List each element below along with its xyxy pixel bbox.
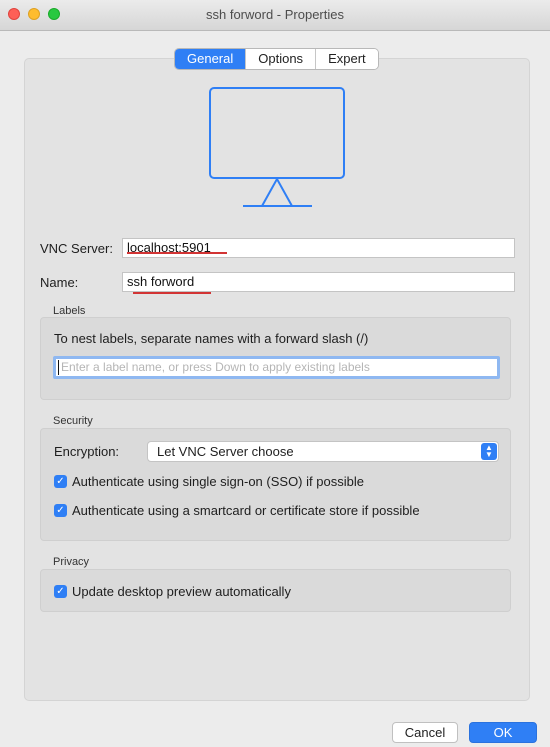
vnc-server-input[interactable]: localhost:5901 [122, 238, 515, 258]
cancel-button[interactable]: Cancel [392, 722, 458, 743]
spellcheck-underline [133, 292, 211, 294]
label-input[interactable]: Enter a label name, or press Down to app… [53, 356, 500, 379]
spellcheck-underline [127, 252, 227, 254]
properties-window: ssh forword - Properties General Options… [0, 0, 550, 747]
text-caret [58, 360, 59, 375]
title-bar[interactable]: ssh forword - Properties [0, 0, 550, 31]
monitor-icon [209, 87, 345, 207]
sso-checkbox-row[interactable]: ✓ Authenticate using single sign-on (SSO… [54, 474, 364, 489]
sso-checkbox-label: Authenticate using single sign-on (SSO) … [72, 474, 364, 489]
name-label: Name: [40, 275, 79, 290]
ok-button[interactable]: OK [469, 722, 537, 743]
preview-checkbox-row[interactable]: ✓ Update desktop preview automatically [54, 584, 291, 599]
privacy-section-title: Privacy [53, 556, 90, 568]
smartcard-checkbox-row[interactable]: ✓ Authenticate using a smartcard or cert… [54, 503, 420, 518]
tab-expert[interactable]: Expert [315, 49, 378, 69]
name-input[interactable]: ssh forword [122, 272, 515, 292]
encryption-selected-value: Let VNC Server choose [157, 444, 294, 459]
vnc-server-label: VNC Server: [40, 241, 113, 256]
sso-checkbox[interactable]: ✓ [54, 475, 67, 488]
preview-checkbox[interactable]: ✓ [54, 585, 67, 598]
encryption-label: Encryption: [54, 444, 120, 459]
encryption-select[interactable]: Let VNC Server choose ▲ ▼ [147, 441, 499, 462]
preview-checkbox-label: Update desktop preview automatically [72, 584, 291, 599]
tab-general[interactable]: General [175, 49, 246, 69]
security-section-title: Security [53, 415, 93, 427]
labels-section-title: Labels [53, 305, 86, 317]
tab-options[interactable]: Options [245, 49, 316, 69]
smartcard-checkbox[interactable]: ✓ [54, 504, 67, 517]
smartcard-checkbox-label: Authenticate using a smartcard or certif… [72, 503, 420, 518]
updown-arrows-icon: ▲ ▼ [481, 443, 497, 460]
window-title: ssh forword - Properties [206, 7, 344, 22]
labels-help-text: To nest labels, separate names with a fo… [54, 331, 369, 346]
tab-bar: General Options Expert [174, 48, 379, 70]
